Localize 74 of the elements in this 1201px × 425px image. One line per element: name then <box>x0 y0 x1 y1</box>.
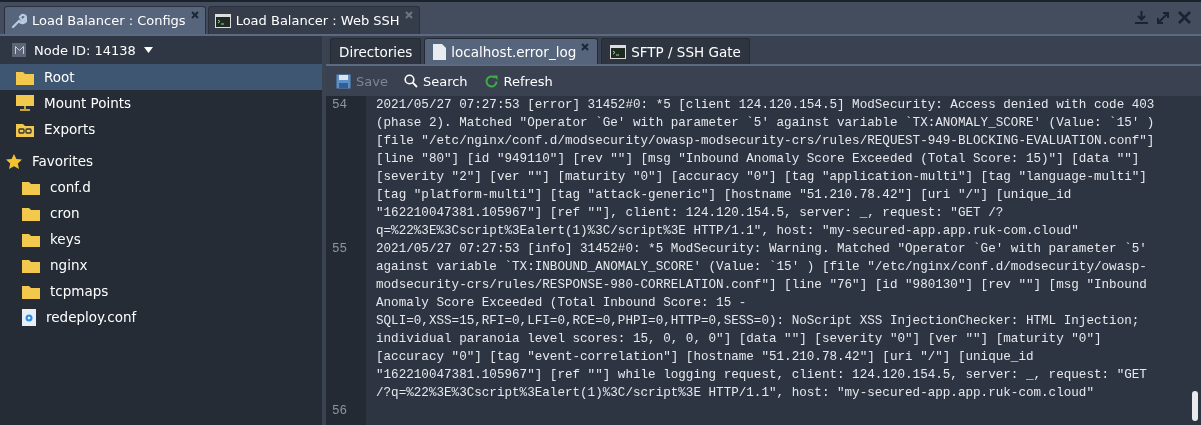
tree-item[interactable]: redeploy.conf <box>0 304 322 330</box>
folder-icon <box>16 69 34 85</box>
tree-item[interactable]: cron <box>0 200 322 226</box>
log-line: SQLI=0,XSS=15,RFI=0,LFI=0,RCE=0,PHPI=0,HTTP=0,SESS=0): NoScript XSS InjectionChecker: HTML Injection; <box>376 313 1141 330</box>
log-line: q=%22%3E%3Cscript%3Ealert(1)%3C/script%3E HTTP/1.1", host: "my-secured-app.app.ruk-com.cloud" <box>376 223 1080 240</box>
tree-item-label: keys <box>50 231 81 247</box>
tree-item-label: Root <box>44 69 75 85</box>
log-line: modsecurity-crs/rules/RESPONSE-980-CORRELATION.conf"] [line "76"] [id "980130"] [rev ""] [msg "Inbound <box>376 277 1147 294</box>
close-icon[interactable] <box>190 11 199 19</box>
log-line: 2021/05/27 07:27:53 [error] 31452#0: *5 [client 124.120.154.5] ModSecurity: Access denied with code 403 <box>376 97 1155 114</box>
log-line: Anomaly Score Exceeded (Total Inbound Score: 15 - <box>376 295 748 312</box>
log-line: [line "80"] [id "949110"] [rev ""] [msg "Inbound Anomaly Score Exceeded (Total Score: 15)"] [data ""] <box>376 151 1141 168</box>
wrench-icon <box>11 12 27 29</box>
download-icon[interactable] <box>1135 11 1148 24</box>
tree-item-label: conf.d <box>50 179 91 195</box>
tree-item[interactable]: Mount Points <box>0 90 322 116</box>
window-tab[interactable]: Load Balancer : Web SSH <box>207 6 420 34</box>
log-line: "162210047381.105967"] [ref ""], client: 124.120.154.5, server: _, request: "GET /? <box>376 205 1005 222</box>
refresh-icon <box>483 73 499 89</box>
folder-icon <box>22 257 40 273</box>
favorites-header[interactable]: Favorites <box>0 148 322 174</box>
tree-item-label: Mount Points <box>44 95 132 111</box>
log-line: "162210047381.105967"] [ref ""] while logging request, client: 124.120.154.5, server: _, request: "GET <box>376 367 1147 384</box>
tree-item[interactable]: keys <box>0 226 322 252</box>
editor-tab[interactable]: localhost.error_log <box>424 38 599 64</box>
toolbar-button[interactable]: Search <box>403 73 468 89</box>
close-icon[interactable] <box>1178 11 1191 24</box>
tree-item[interactable]: conf.d <box>0 174 322 200</box>
editor-tab[interactable]: Directories <box>330 38 422 64</box>
tree-item-label: Exports <box>44 121 96 137</box>
expand-icon[interactable] <box>1156 11 1170 25</box>
line-number: 55 <box>331 241 349 258</box>
log-line: [severity "2"] [ver ""] [maturity "0"] [accuracy "0"] [tag "application-multi"] [tag "language-multi"] <box>376 169 1148 186</box>
tree-item[interactable]: Root <box>0 64 322 90</box>
log-line: against variable `TX:INBOUND_ANOMALY_SCORE' (Value: `15' ) [file "/etc/nginx/conf.d/modsecurity/owasp- <box>376 259 1147 276</box>
folder-icon <box>22 231 40 247</box>
tree-item-label: redeploy.conf <box>46 309 137 325</box>
folder-icon <box>22 283 40 299</box>
save-icon <box>336 73 351 89</box>
folder-icon <box>22 179 40 195</box>
terminal-icon <box>610 44 627 59</box>
tree-item[interactable]: Exports <box>0 116 322 142</box>
log-line: [accuracy "0"] [tag "event-correlation"] [hostname "51.210.78.42"] [uri "/"] [unique_id <box>376 349 1035 366</box>
star-icon <box>6 153 22 169</box>
tree-item[interactable]: tcpmaps <box>0 278 322 304</box>
editor-tab[interactable]: SFTP / SSH Gate <box>601 38 750 64</box>
log-line: [file "/etc/nginx/conf.d/modsecurity/owasp-modsecurity-crs/rules/REQUEST-949-BLOCKING-EVALUATION.conf"] <box>376 133 1155 150</box>
terminal-icon <box>214 13 231 28</box>
log-line: [tag "platform-multi"] [tag "attack-generic"] [hostname "51.210.78.42"] [uri "/"] [unique_id <box>376 187 1073 204</box>
favorites-label: Favorites <box>32 153 93 169</box>
node-icon <box>12 43 26 57</box>
close-icon[interactable] <box>404 11 413 19</box>
search-icon <box>403 74 418 88</box>
settings-file-icon <box>22 308 36 326</box>
log-line: /?q=%22%3E%3Cscript%3Ealert(1)%3C/script%3E HTTP/1.1", host: "my-secured-app.app.ruk-com.cloud" <box>376 385 1095 402</box>
monitor-icon <box>16 95 34 111</box>
log-line: individual paranoia level scores: 15, 0, 0, 0"] [data ""] [severity "0"] [ver ""] [maturity "0"] <box>376 331 1103 348</box>
tree-item[interactable]: nginx <box>0 252 322 278</box>
tree-item-label: cron <box>50 205 80 221</box>
window-tab[interactable]: Load Balancer : Configs <box>4 6 206 34</box>
log-line: 2021/05/27 07:27:53 [info] 31452#0: *5 ModSecurity: Warning. Matched "Operator `Ge' with parameter `5' <box>376 241 1147 258</box>
line-number: 56 <box>331 403 349 420</box>
caret-icon[interactable] <box>143 47 153 53</box>
folder-icon <box>22 205 40 221</box>
toolbar-button[interactable]: Refresh <box>483 73 553 89</box>
log-line: (phase 2). Matched "Operator `Ge' with parameter `5' against variable `TX:ANOMALY_SCORE' (Value: `15' ) <box>376 115 1155 132</box>
tree-item-label: nginx <box>50 257 88 273</box>
node-selector[interactable]: Node ID: 14138 <box>34 42 136 58</box>
close-icon[interactable] <box>581 43 590 51</box>
link-folder-icon <box>16 121 34 137</box>
tree-item-label: tcpmaps <box>50 283 109 299</box>
line-number: 54 <box>331 97 349 114</box>
file-icon <box>433 43 447 60</box>
scrollbar-thumb[interactable] <box>1192 391 1198 421</box>
